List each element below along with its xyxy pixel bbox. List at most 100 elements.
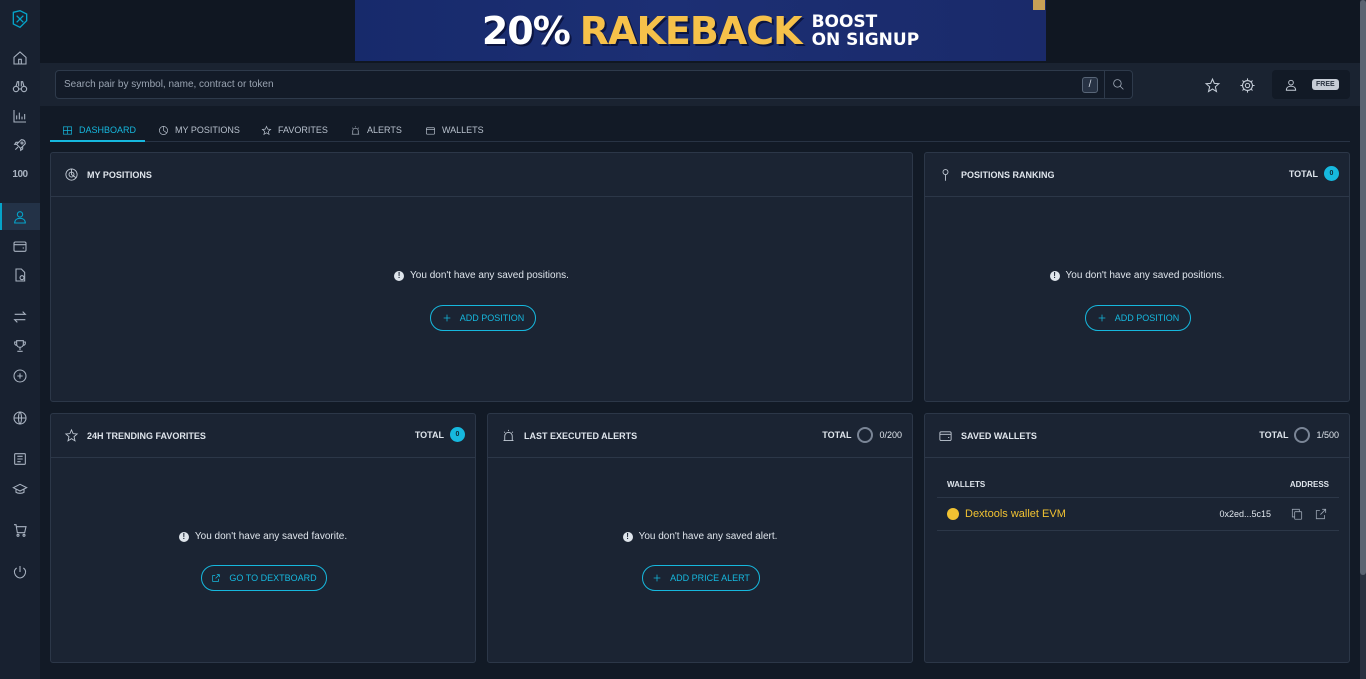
swap-icon[interactable] bbox=[8, 305, 32, 329]
power-icon[interactable] bbox=[8, 560, 32, 584]
pie-chart-icon bbox=[159, 125, 168, 135]
table-row[interactable]: Dextools wallet EVM 0x2ed...5c15 bbox=[937, 498, 1339, 531]
info-icon: ! bbox=[178, 531, 189, 542]
total-count: 1/500 bbox=[1316, 430, 1339, 440]
tab-alerts[interactable]: ALERTS bbox=[350, 118, 402, 142]
empty-state: ! You don't have any saved positions. bbox=[51, 270, 912, 281]
empty-state: ! You don't have any saved positions. bbox=[925, 270, 1349, 281]
panel-title: SAVED WALLETS bbox=[961, 430, 1037, 441]
top-100-icon[interactable]: 100 bbox=[8, 162, 32, 186]
tab-dashboard[interactable]: DASHBOARD bbox=[62, 118, 136, 142]
total-badge: 0 bbox=[1324, 166, 1339, 181]
wallet-icon bbox=[426, 126, 435, 135]
alarm-icon bbox=[500, 428, 516, 444]
panel-header: MY POSITIONS bbox=[51, 153, 912, 197]
tab-favorites[interactable]: FAVORITES bbox=[261, 118, 328, 142]
star-icon bbox=[261, 125, 272, 135]
tab-my-positions[interactable]: MY POSITIONS bbox=[158, 118, 240, 142]
plus-icon bbox=[443, 314, 451, 322]
tab-label: ALERTS bbox=[367, 125, 402, 135]
home-icon[interactable] bbox=[8, 46, 32, 70]
banner-line2: ON SIGNUP bbox=[811, 29, 920, 50]
copy-icon[interactable] bbox=[1289, 506, 1305, 522]
banner-subtext: BOOST ON SIGNUP bbox=[812, 13, 920, 49]
alarm-icon bbox=[351, 125, 360, 135]
banner-percent: 20% bbox=[481, 8, 571, 53]
info-icon: ! bbox=[622, 531, 633, 542]
external-link-icon bbox=[212, 574, 221, 582]
dashboard-tabs: DASHBOARD MY POSITIONS FAVORITES ALERTS … bbox=[50, 118, 1350, 142]
add-position-button[interactable]: ADD POSITION bbox=[430, 305, 536, 331]
user-account-button[interactable]: FREE bbox=[1272, 70, 1350, 99]
wallet-icon bbox=[937, 428, 953, 444]
wallet-icon[interactable] bbox=[8, 234, 32, 258]
progress-ring bbox=[857, 427, 874, 443]
go-to-dextboard-button[interactable]: GO TO DEXTBOARD bbox=[201, 565, 327, 591]
document-icon[interactable] bbox=[8, 263, 32, 287]
my-positions-panel: MY POSITIONS ! You don't have any saved … bbox=[50, 152, 913, 402]
graduation-cap-icon[interactable] bbox=[8, 477, 32, 501]
add-position-button[interactable]: ADD POSITION bbox=[1085, 305, 1191, 331]
total-label: TOTAL bbox=[822, 430, 852, 440]
header-bar: / FREE bbox=[40, 63, 1360, 106]
panel-title: LAST EXECUTED ALERTS bbox=[524, 430, 638, 441]
wallet-address: 0x2ed...5c15 bbox=[1219, 509, 1271, 519]
plus-icon bbox=[1098, 314, 1106, 322]
gear-icon[interactable] bbox=[1237, 75, 1257, 95]
news-icon[interactable] bbox=[8, 447, 32, 471]
executed-alerts-panel: LAST EXECUTED ALERTS TOTAL 0/200 ! You d… bbox=[487, 413, 913, 663]
trending-favorites-panel: 24H TRENDING FAVORITES TOTAL 0 ! You don… bbox=[50, 413, 476, 663]
active-tab-indicator bbox=[50, 140, 145, 142]
user-icon bbox=[1285, 79, 1297, 91]
panel-title: POSITIONS RANKING bbox=[961, 169, 1055, 180]
add-price-alert-button[interactable]: ADD PRICE ALERT bbox=[642, 565, 760, 591]
trophy-icon[interactable] bbox=[8, 334, 32, 358]
empty-message: You don't have any saved alert. bbox=[638, 531, 778, 542]
user-icon[interactable] bbox=[8, 205, 32, 229]
search-icon bbox=[1113, 79, 1124, 90]
total-counter: TOTAL 0 bbox=[415, 427, 465, 442]
add-circle-icon[interactable] bbox=[8, 364, 32, 388]
search-button[interactable] bbox=[1104, 71, 1132, 98]
search-input[interactable] bbox=[56, 79, 1082, 90]
scrollbar-thumb[interactable] bbox=[1360, 0, 1366, 575]
chart-icon[interactable] bbox=[8, 104, 32, 128]
binoculars-icon[interactable] bbox=[8, 75, 32, 99]
promo-banner[interactable]: 20% RAKEBACK BOOST ON SIGNUP bbox=[355, 0, 1046, 61]
panel-header: 24H TRENDING FAVORITES TOTAL 0 bbox=[51, 414, 475, 458]
progress-ring bbox=[1294, 427, 1311, 443]
empty-message: You don't have any saved favorite. bbox=[194, 531, 348, 542]
info-icon: ! bbox=[1049, 270, 1060, 281]
total-label: TOTAL bbox=[1288, 168, 1318, 179]
cart-icon[interactable] bbox=[8, 518, 32, 542]
banner-close-icon[interactable] bbox=[1033, 0, 1045, 10]
column-address: ADDRESS bbox=[1289, 480, 1329, 489]
panel-header: LAST EXECUTED ALERTS TOTAL 0/200 bbox=[488, 414, 912, 458]
dextools-logo-icon[interactable] bbox=[8, 7, 32, 31]
tab-wallets[interactable]: WALLETS bbox=[425, 118, 484, 142]
star-icon bbox=[63, 428, 79, 444]
column-wallets: WALLETS bbox=[947, 480, 986, 489]
wallet-name[interactable]: Dextools wallet EVM bbox=[965, 508, 1219, 520]
plus-icon bbox=[653, 574, 661, 582]
favorites-star-icon[interactable] bbox=[1202, 75, 1222, 95]
button-label: ADD PRICE ALERT bbox=[670, 573, 750, 583]
total-counter: TOTAL 0/200 bbox=[822, 427, 902, 443]
dashboard-icon bbox=[63, 125, 72, 135]
empty-message: You don't have any saved positions. bbox=[1065, 270, 1225, 281]
tab-label: DASHBOARD bbox=[79, 125, 137, 135]
info-icon: ! bbox=[394, 270, 405, 281]
external-link-icon[interactable] bbox=[1313, 506, 1329, 522]
total-count: 0/200 bbox=[879, 430, 902, 440]
map-pin-icon bbox=[937, 167, 953, 183]
globe-icon[interactable] bbox=[8, 406, 32, 430]
button-label: ADD POSITION bbox=[1114, 313, 1180, 323]
total-badge: 0 bbox=[450, 427, 465, 442]
tab-label: FAVORITES bbox=[278, 125, 328, 135]
button-label: GO TO DEXTBOARD bbox=[229, 573, 317, 583]
total-counter: TOTAL 0 bbox=[1289, 166, 1339, 181]
total-label: TOTAL bbox=[1259, 430, 1289, 440]
rocket-icon[interactable] bbox=[8, 133, 32, 157]
total-counter: TOTAL 1/500 bbox=[1259, 427, 1339, 443]
panel-header: POSITIONS RANKING TOTAL 0 bbox=[925, 153, 1349, 197]
